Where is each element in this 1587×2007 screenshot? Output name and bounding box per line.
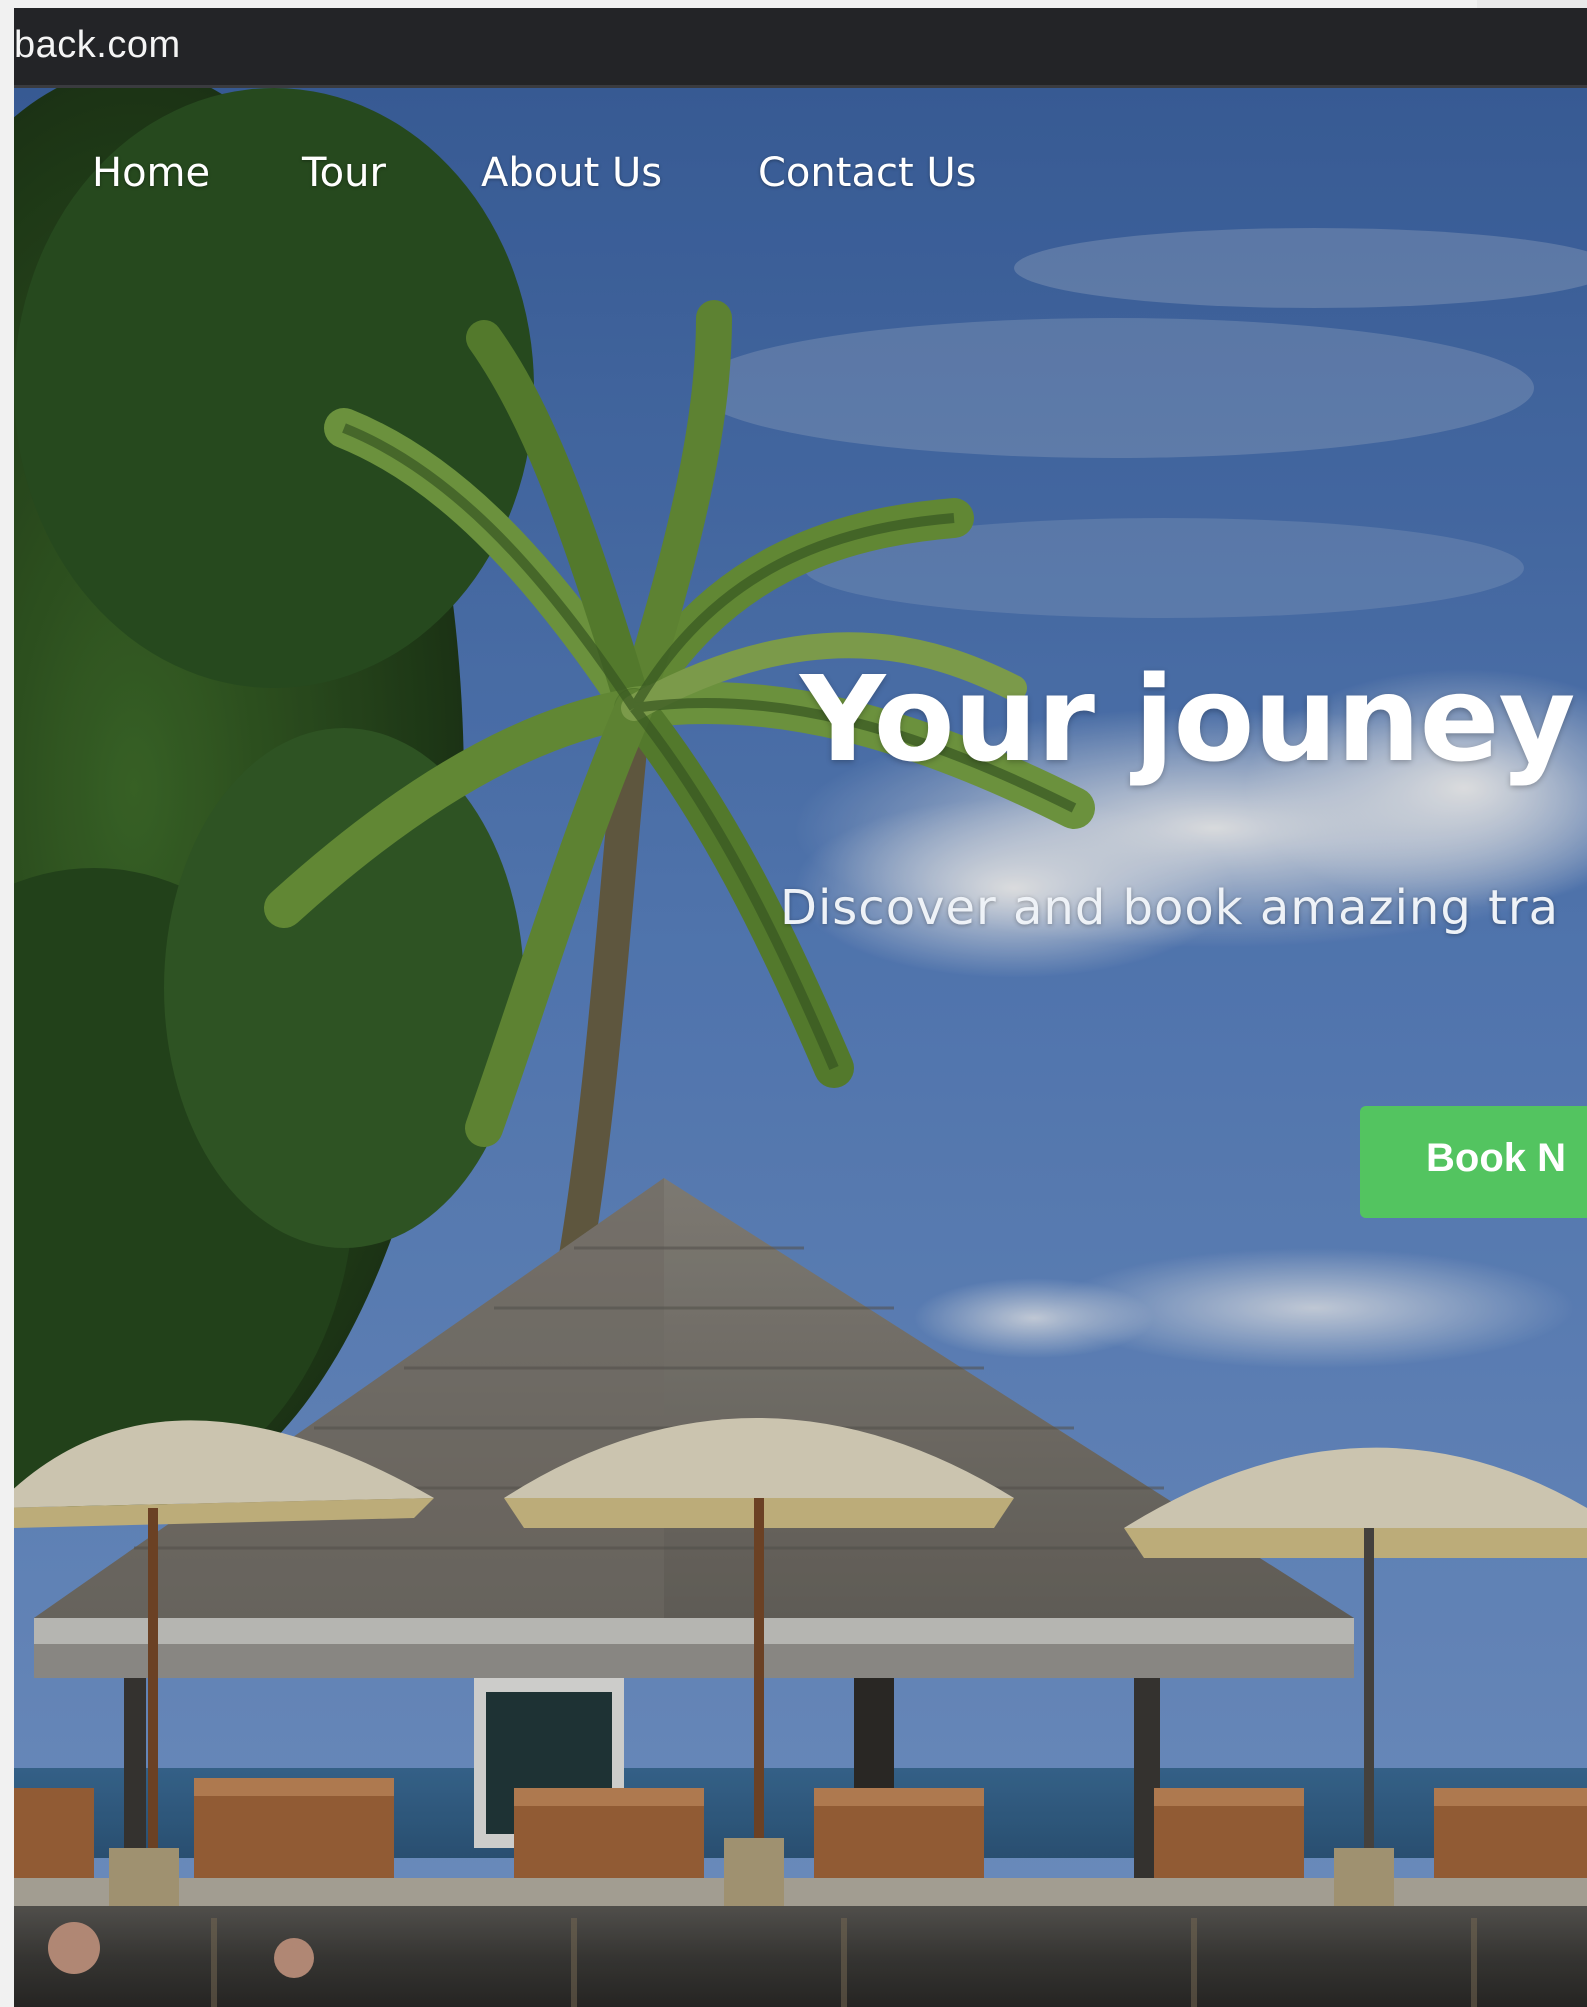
hero-dim-overlay xyxy=(14,88,1587,2007)
hero-title: Your jouney xyxy=(800,650,1575,788)
address-url[interactable]: back.com xyxy=(14,24,181,67)
book-now-button[interactable]: Book N xyxy=(1360,1106,1587,1218)
browser-address-bar[interactable]: back.com xyxy=(14,8,1587,88)
browser-viewport: back.com Home Tour About Us Contact Us Y… xyxy=(0,0,1587,2007)
hero-section xyxy=(14,88,1587,2007)
hero-subtitle: Discover and book amazing tra xyxy=(780,880,1560,936)
nav-home[interactable]: Home xyxy=(92,150,210,196)
book-now-label: Book N xyxy=(1426,1136,1566,1180)
nav-contact-us[interactable]: Contact Us xyxy=(758,150,976,196)
nav-about-us[interactable]: About Us xyxy=(481,150,662,196)
window-edge xyxy=(1477,0,1587,8)
nav-tour[interactable]: Tour xyxy=(302,150,386,196)
